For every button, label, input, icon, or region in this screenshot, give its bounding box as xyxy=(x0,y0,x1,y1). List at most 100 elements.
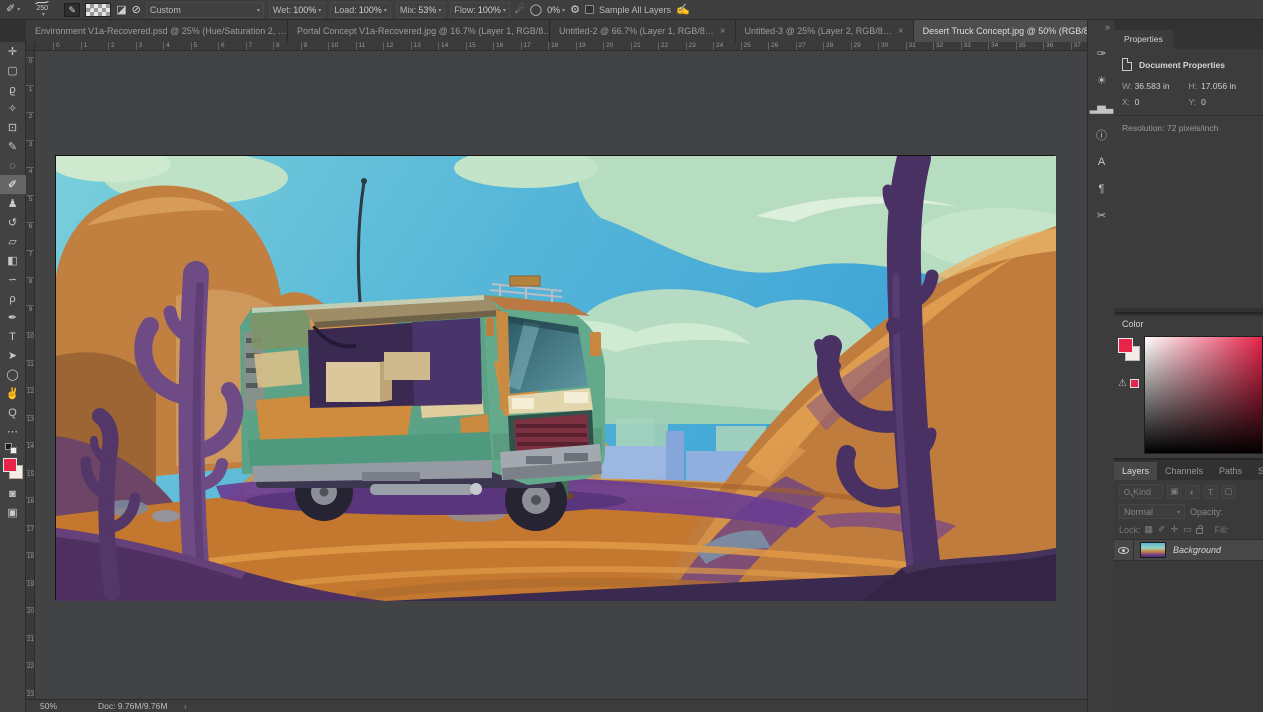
lock-position-icon[interactable]: ✛ xyxy=(1171,524,1179,535)
gradient-tool[interactable]: ◧ xyxy=(0,251,26,270)
tab-environment[interactable]: Environment V1a-Recovered.psd @ 25% (Hue… xyxy=(26,20,288,42)
lock-artboard-icon[interactable]: ▭ xyxy=(1183,524,1192,535)
collapse-dock-icon[interactable]: » xyxy=(1105,22,1110,32)
blend-mode-value: Normal xyxy=(1124,507,1153,517)
y-value[interactable]: 0 xyxy=(1201,97,1255,107)
history-brush-tool[interactable]: ↺ xyxy=(0,213,26,232)
tab-portal-concept[interactable]: Portal Concept V1a-Recovered.jpg @ 16.7%… xyxy=(288,20,550,42)
default-swatches-button[interactable] xyxy=(0,443,26,455)
ruler-number: 29 xyxy=(851,42,861,51)
pen-tool[interactable]: ✒ xyxy=(0,308,26,327)
toolbar-tools: ✛▢ϱ✧⊡✎◌✐♟↺▱◧∽ρ✒T➤◯✌Q⋯ xyxy=(0,42,26,441)
smoothing-icon[interactable]: ◯ xyxy=(530,1,542,19)
dodge-tool[interactable]: ρ xyxy=(0,289,26,308)
scissors-icon[interactable]: ✂ xyxy=(1088,202,1115,229)
filter-shape-layers-icon[interactable]: ▢ xyxy=(1221,485,1236,499)
tab-untitled-3[interactable]: Untitled-3 @ 25% (Layer 2, RGB/8… × xyxy=(736,20,914,42)
gear-icon[interactable]: ⚙ xyxy=(570,1,580,19)
sample-all-layers-checkbox[interactable] xyxy=(585,5,594,14)
x-value[interactable]: 0 xyxy=(1135,97,1189,107)
quick-mask-button[interactable]: ◙ xyxy=(0,484,26,503)
shape-tool[interactable]: ◯ xyxy=(0,365,26,384)
tab-untitled-2[interactable]: Untitled-2 @ 66.7% (Layer 1, RGB/8… × xyxy=(550,20,736,42)
y-label: Y: xyxy=(1189,97,1202,107)
eraser-tool[interactable]: ▱ xyxy=(0,232,26,251)
move-tool[interactable]: ✛ xyxy=(0,42,26,61)
brush-tool[interactable]: ✐ xyxy=(0,175,26,194)
character-icon[interactable]: A xyxy=(1088,148,1115,175)
foreground-color-swatch[interactable] xyxy=(3,458,17,472)
mix-control[interactable]: Mix: 53% xyxy=(396,2,446,18)
flow-value: 100% xyxy=(478,5,506,15)
flow-control[interactable]: Flow: 100% xyxy=(450,2,510,18)
mixer-combination-select[interactable]: Custom xyxy=(146,2,264,18)
adjustments-icon[interactable]: ☀ xyxy=(1088,67,1115,94)
load-control[interactable]: Load: 100% xyxy=(330,2,391,18)
hand-tool[interactable]: ✌ xyxy=(0,384,26,403)
marquee-tool[interactable]: ▢ xyxy=(0,61,26,80)
status-flyout-arrow-icon[interactable]: › xyxy=(184,701,187,711)
gamut-warning[interactable]: ⚠ xyxy=(1118,378,1139,389)
gamut-swatch[interactable] xyxy=(1130,379,1139,388)
lasso-tool[interactable]: ϱ xyxy=(0,80,26,99)
visibility-cell[interactable] xyxy=(1114,540,1134,560)
clean-brush-icon[interactable]: ⊘ xyxy=(132,1,141,19)
blend-mode-select[interactable]: Normal xyxy=(1119,504,1185,519)
layer-row-background[interactable]: Background xyxy=(1114,539,1263,561)
mixer-load-icon[interactable]: ◪ xyxy=(116,1,126,19)
zoom-level-field[interactable]: 50% xyxy=(40,701,57,711)
ruler-number: 21 xyxy=(26,635,35,643)
foreground-color-swatch[interactable] xyxy=(1118,338,1133,353)
lock-transparency-icon[interactable]: ▦ xyxy=(1145,524,1154,535)
ruler-number: 34 xyxy=(988,42,998,51)
clone-stamp-tool[interactable]: ♟ xyxy=(0,194,26,213)
tab-channels[interactable]: Channels xyxy=(1157,462,1211,480)
crop-tool[interactable]: ⊡ xyxy=(0,118,26,137)
ruler-vertical[interactable]: 01234567891011121314151617181920212223 xyxy=(26,51,35,699)
brush-load-swatch[interactable] xyxy=(85,3,111,17)
close-icon[interactable]: × xyxy=(898,26,904,37)
canvas-area[interactable]: 0123456789101112131415161718192021222324… xyxy=(26,42,1087,699)
close-icon[interactable]: × xyxy=(720,26,726,37)
smudge-tool[interactable]: ∽ xyxy=(0,270,26,289)
screen-mode-button[interactable]: ▣ xyxy=(0,503,26,522)
histogram-icon[interactable]: ▂▅▃ xyxy=(1088,94,1115,121)
info-icon[interactable]: ⓘ xyxy=(1088,121,1115,148)
filter-adjustment-layers-icon[interactable]: ◐ xyxy=(1185,485,1200,499)
edit-toolbar-button[interactable]: ⋯ xyxy=(0,422,26,441)
tab-color[interactable]: Color xyxy=(1114,316,1263,333)
paragraph-icon[interactable]: ¶ xyxy=(1088,175,1115,202)
brush-tool-icon[interactable]: ✐ xyxy=(6,0,20,18)
h-value[interactable]: 17.056 in xyxy=(1201,81,1255,91)
brush-settings-icon[interactable]: ✑ xyxy=(1088,40,1115,67)
brush-preset-picker[interactable]: 250 xyxy=(25,0,59,19)
lock-all-icon[interactable] xyxy=(1196,528,1203,534)
type-tool[interactable]: T xyxy=(0,327,26,346)
ruler-horizontal[interactable]: 0123456789101112131415161718192021222324… xyxy=(35,42,1087,51)
color-picker-field[interactable] xyxy=(1144,336,1263,454)
spot-healing-tool[interactable]: ◌ xyxy=(0,156,26,175)
w-value[interactable]: 36.583 in xyxy=(1135,81,1189,91)
smoothing-value[interactable]: 0% xyxy=(547,5,565,15)
filter-kind-select[interactable]: Kind xyxy=(1119,484,1163,499)
tab-paths[interactable]: Paths xyxy=(1211,462,1250,480)
lock-pixels-icon[interactable]: ✐ xyxy=(1158,524,1166,535)
tab-properties[interactable]: Properties xyxy=(1114,30,1173,49)
path-selection-tool[interactable]: ➤ xyxy=(0,346,26,365)
canvas-artwork[interactable] xyxy=(55,155,1055,600)
layer-thumbnail[interactable] xyxy=(1140,542,1166,558)
wet-control[interactable]: Wet: 100% xyxy=(269,2,325,18)
tab-layers[interactable]: Layers xyxy=(1114,462,1157,480)
eyedropper-tool[interactable]: ✎ xyxy=(0,137,26,156)
document-icon xyxy=(1122,58,1132,71)
airbrush-icon[interactable]: ☄ xyxy=(515,1,525,19)
pressure-size-icon[interactable]: ✍ xyxy=(676,1,690,19)
tab-swatches[interactable]: Swatches xyxy=(1250,462,1263,480)
brush-settings-toggle-icon[interactable]: ✎ xyxy=(64,3,80,17)
quick-selection-tool[interactable]: ✧ xyxy=(0,99,26,118)
filter-pixel-layers-icon[interactable]: ▣ xyxy=(1167,485,1182,499)
filter-type-layers-icon[interactable]: T xyxy=(1203,485,1218,499)
brush-size-value: 250 xyxy=(36,5,48,12)
ruler-number: 5 xyxy=(191,42,198,51)
zoom-tool[interactable]: Q xyxy=(0,403,26,422)
